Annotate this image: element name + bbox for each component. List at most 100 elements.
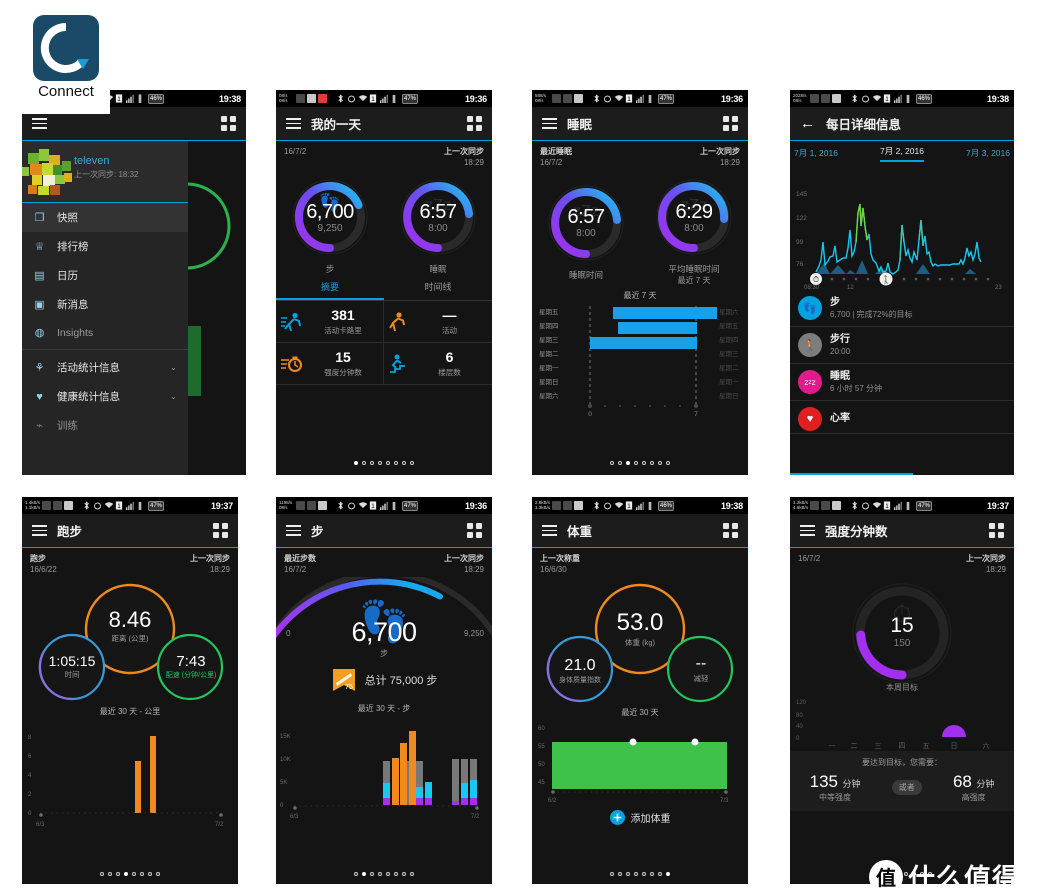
screen-body: 最近睡眠 16/7/2 上一次同步 18:29 zZz 6:57 8:00 睡眠…: [532, 141, 748, 475]
sidebar-item-training[interactable]: ⌁ 训练: [22, 411, 188, 440]
hamburger-icon[interactable]: [32, 118, 47, 129]
activity-icon: ⚘: [34, 362, 45, 374]
tab-summary[interactable]: 摘要: [276, 275, 384, 300]
page-dots[interactable]: [276, 868, 492, 881]
alarm-icon: [861, 501, 870, 510]
hamburger-icon[interactable]: [286, 118, 301, 129]
list-item[interactable]: 👣 步 6,700 | 完成72%的目标: [790, 290, 1014, 327]
list-item[interactable]: 🚶 步行 20:00: [790, 327, 1014, 364]
svg-text:80: 80: [796, 713, 803, 719]
bubble-time[interactable]: 1:05:15 时间: [34, 653, 110, 680]
page-dots[interactable]: [532, 457, 748, 470]
svg-text:120: 120: [796, 700, 807, 706]
sidebar-item-news[interactable]: ▣ 新消息: [22, 290, 188, 319]
sidebar-item-insights[interactable]: ◍ Insights: [22, 319, 188, 346]
sidebar-item-snapshot[interactable]: ❐ 快照: [22, 203, 188, 232]
page-dots[interactable]: [532, 868, 748, 881]
ring-sleep-time[interactable]: zZz 6:57 8:00 睡眠时间: [543, 180, 629, 281]
sim-icon: 1: [883, 501, 892, 510]
chart-title: 最近 30 天 - 步: [357, 704, 411, 713]
grid-icon[interactable]: [723, 523, 738, 538]
svg-text:7/2: 7/2: [215, 822, 224, 828]
page-dots[interactable]: [22, 868, 238, 881]
message-icon: [42, 501, 51, 510]
sync-label: 上一次同步 18:29: [966, 554, 1006, 574]
sidebar-item-calendar[interactable]: ▤ 日历: [22, 261, 188, 290]
hamburger-icon[interactable]: [32, 525, 47, 536]
app-bar-title: 跑步: [57, 525, 83, 539]
stat-floors[interactable]: 6 楼层数: [384, 343, 492, 385]
sidebar-item-label: 训练: [57, 420, 78, 432]
screen-body: 16/7/2 上一次同步 18:29 ⏱ 15 150 本周目标 120 80 …: [790, 548, 1014, 884]
stat-label: 活动: [442, 326, 457, 335]
page-dots[interactable]: [276, 457, 492, 470]
plus-icon: [609, 810, 625, 825]
hamburger-icon[interactable]: [286, 525, 301, 536]
ring-label: 步: [325, 264, 335, 274]
stat-intensity[interactable]: 15 强度分钟数: [276, 343, 384, 385]
list-item-sub: 6,700 | 完成72%的目标: [830, 309, 913, 319]
divider: [22, 349, 188, 350]
tab-timeline[interactable]: 时间线: [384, 275, 492, 300]
svg-text:🚶: 🚶: [881, 275, 891, 285]
ring-value: 6:57: [419, 200, 457, 223]
date-next[interactable]: 7月 3, 2016: [966, 147, 1010, 162]
bubble-metrics: 8.46 距离 (公里) 1:05:15 时间 7:43 配速 (分钟/公里): [22, 577, 238, 702]
intensity-ring[interactable]: ⏱ 15 150 本周目标: [790, 577, 1014, 695]
stat-value: 6: [445, 349, 454, 365]
phone-sleep: 588/s 08/s 1 47% 19:36 睡眠 最近睡眠 16/7/2 上一…: [532, 90, 748, 475]
date-prev[interactable]: 7月 1, 2016: [794, 147, 838, 162]
grid-icon[interactable]: [723, 116, 738, 131]
ring-sleep[interactable]: zZz 6:57 8:00 睡眠: [395, 174, 481, 275]
svg-text:23: 23: [995, 285, 1002, 290]
distance-bar-chart: 8 6 4 2 0 6/3 7/2: [22, 719, 238, 829]
list-item[interactable]: zzz 睡眠 6 小时 57 分钟: [790, 364, 1014, 401]
status-bar: 08/s 08/s 1 47% 19:36: [276, 90, 492, 107]
battery-percent: 47%: [658, 93, 675, 104]
bubble-loss[interactable]: -- 减轻: [664, 655, 738, 684]
ring-steps[interactable]: 👣 6,700 9,250 步: [287, 174, 373, 275]
back-arrow-icon[interactable]: ←: [800, 116, 816, 131]
grid-icon[interactable]: [213, 523, 228, 538]
goal-label: 高强度: [961, 793, 986, 802]
bubble-label: 配速 (分钟/公里): [165, 672, 217, 679]
app-bar: 睡眠: [532, 107, 748, 141]
stat-calories[interactable]: 381 活动卡路里: [276, 301, 384, 343]
profile-last-sync: 上一次同步: 18:32: [74, 170, 139, 179]
list-item-sub: 6 小时 57 分钟: [830, 383, 883, 393]
signal-icon: [380, 94, 389, 103]
grid-icon[interactable]: [989, 523, 1004, 538]
grid-icon[interactable]: [221, 116, 236, 131]
bubble-weight[interactable]: 53.0 体重 (kg): [596, 609, 684, 648]
clock: 19:38: [986, 93, 1009, 104]
add-weight-button[interactable]: 添加体重: [532, 804, 748, 825]
scroll-indicator[interactable]: [790, 473, 914, 475]
bubble-bmi[interactable]: 21.0 身体质量指数: [542, 657, 618, 685]
sidebar-item-leaderboard[interactable]: ♕ 排行榜: [22, 232, 188, 261]
ring-gauges: zZz 6:57 8:00 睡眠时间 zZz 6:29 8:00 平均睡眠时间 …: [532, 170, 748, 286]
steps-date-label: 最近步数 16/7/2: [284, 554, 316, 574]
stat-activity[interactable]: — 活动: [384, 301, 492, 343]
date-current[interactable]: 7月 2, 2016: [880, 145, 924, 162]
ring-avg-sleep[interactable]: zZz 6:29 8:00 平均睡眠时间 最近 7 天: [651, 174, 737, 286]
battery-small-icon: [647, 501, 656, 510]
bubble-pace[interactable]: 7:43 配速 (分钟/公里): [154, 653, 228, 680]
hamburger-icon[interactable]: [800, 525, 815, 536]
hamburger-icon[interactable]: [542, 525, 557, 536]
badge-row[interactable]: 75 总计 75,000 步: [276, 665, 492, 699]
sidebar-item-label: 健康统计信息: [57, 391, 120, 403]
walking-icon: 🚶: [798, 333, 822, 357]
list-item[interactable]: ♥ 心率: [790, 401, 1014, 434]
bubble-metrics: 53.0 体重 (kg) 21.0 身体质量指数 -- 减轻: [532, 577, 748, 703]
network-speed: 2028/s 08/s: [793, 93, 807, 103]
svg-text:7/2: 7/2: [471, 814, 480, 820]
bubble-distance[interactable]: 8.46 距离 (公里): [86, 607, 174, 644]
sidebar-item-activity-stats[interactable]: ⚘ 活动统计信息 ⌄: [22, 353, 188, 382]
sidebar-item-health-stats[interactable]: ♥ 健康统计信息 ⌄: [22, 382, 188, 411]
grid-icon[interactable]: [467, 523, 482, 538]
grid-icon[interactable]: [467, 116, 482, 131]
drawer-header[interactable]: televen 上一次同步: 18:32: [22, 141, 188, 203]
hamburger-icon[interactable]: [542, 118, 557, 129]
dnd-icon: [53, 501, 62, 510]
message-icon: [810, 94, 819, 103]
